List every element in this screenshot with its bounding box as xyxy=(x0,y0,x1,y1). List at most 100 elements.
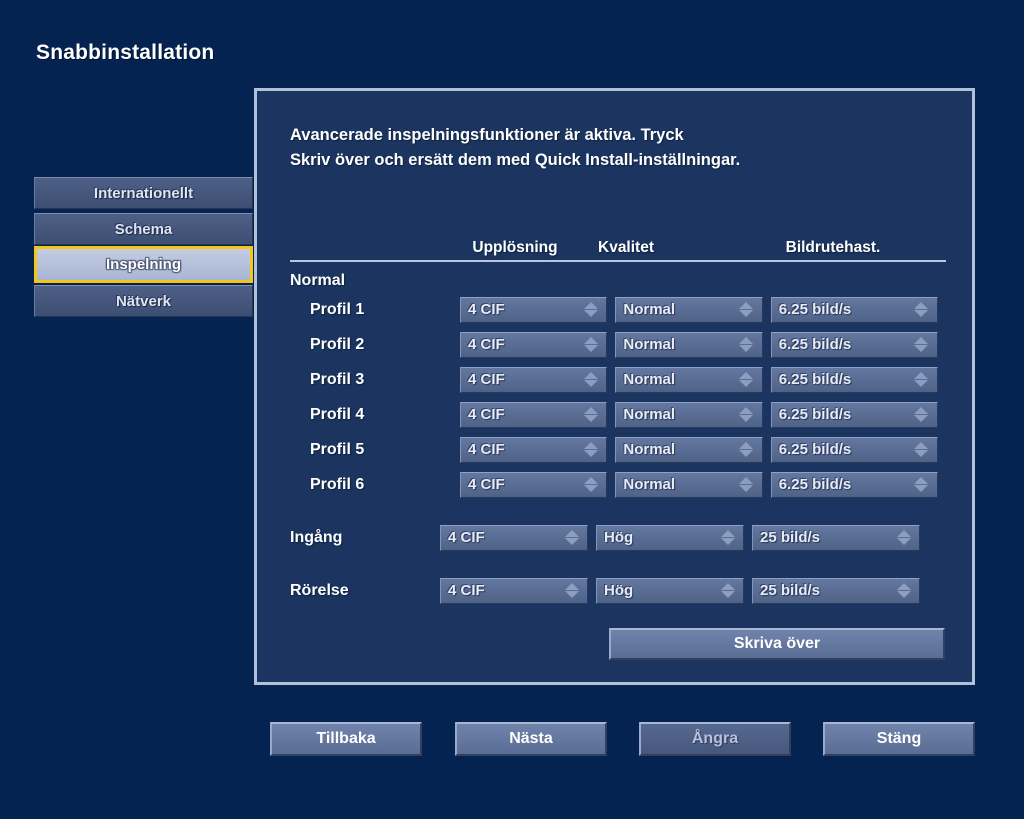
resolution-dropdown[interactable]: 4 CIF xyxy=(460,366,608,393)
framerate-dropdown[interactable]: 6.25 bild/s xyxy=(770,401,938,428)
spinner-updown-icon[interactable] xyxy=(914,440,929,460)
row-label: Profil 4 xyxy=(310,405,365,423)
group-title-normal: Normal xyxy=(290,272,346,289)
row-label: Rörelse xyxy=(290,581,349,599)
table-header-row: Upplösning Kvalitet Bildrutehast. xyxy=(290,232,946,262)
spinner-updown-icon[interactable] xyxy=(914,335,929,355)
framerate-dropdown[interactable]: 6.25 bild/s xyxy=(770,366,938,393)
quality-dropdown[interactable]: Normal xyxy=(615,436,763,463)
spinner-updown-icon[interactable] xyxy=(739,335,754,355)
resolution-dropdown[interactable]: 4 CIF xyxy=(460,436,608,463)
spinner-updown-icon[interactable] xyxy=(583,475,598,495)
table-row: Rörelse 4 CIF Hög 25 bild/s xyxy=(290,573,946,608)
framerate-dropdown[interactable]: 25 bild/s xyxy=(752,524,920,551)
spinner-updown-icon[interactable] xyxy=(739,370,754,390)
framerate-dropdown[interactable]: 6.25 bild/s xyxy=(770,471,938,498)
spinner-updown-icon[interactable] xyxy=(914,300,929,320)
quality-dropdown[interactable]: Normal xyxy=(615,471,763,498)
resolution-dropdown[interactable]: 4 CIF xyxy=(460,296,608,323)
table-row: Profil 5 4 CIF Normal 6.25 bild/s xyxy=(290,432,946,467)
row-label: Profil 1 xyxy=(310,300,365,318)
spinner-updown-icon[interactable] xyxy=(739,405,754,425)
spinner-updown-icon[interactable] xyxy=(583,440,598,460)
spinner-updown-icon[interactable] xyxy=(583,405,598,425)
dropdown-value: Normal xyxy=(623,476,676,493)
next-button[interactable]: Nästa xyxy=(455,722,607,756)
close-button[interactable]: Stäng xyxy=(823,722,975,756)
dropdown-value: 6.25 bild/s xyxy=(778,301,852,318)
dropdown-value: Normal xyxy=(623,336,676,353)
dropdown-value: Normal xyxy=(623,301,676,318)
table-row: Ingång 4 CIF Hög 25 bild/s xyxy=(290,520,946,555)
undo-button[interactable]: Ångra xyxy=(639,722,791,756)
quality-dropdown[interactable]: Normal xyxy=(615,331,763,358)
dropdown-value: 4 CIF xyxy=(448,582,485,599)
dropdown-value: 4 CIF xyxy=(468,301,505,318)
dropdown-value: 25 bild/s xyxy=(760,529,821,546)
dropdown-value: Hög xyxy=(604,582,634,599)
dropdown-value: 6.25 bild/s xyxy=(778,371,852,388)
spinner-updown-icon[interactable] xyxy=(720,581,735,601)
resolution-dropdown[interactable]: 4 CIF xyxy=(460,331,608,358)
spinner-updown-icon[interactable] xyxy=(914,405,929,425)
header-framerate: Bildrutehast. xyxy=(785,239,881,256)
resolution-dropdown[interactable]: 4 CIF xyxy=(440,524,588,551)
sidebar-item-label: Schema xyxy=(114,220,173,238)
dropdown-value: 6.25 bild/s xyxy=(778,336,852,353)
sidebar-item-natverk[interactable]: Nätverk xyxy=(34,285,253,317)
dropdown-value: 4 CIF xyxy=(448,529,485,546)
framerate-dropdown[interactable]: 6.25 bild/s xyxy=(770,331,938,358)
spinner-updown-icon[interactable] xyxy=(583,300,598,320)
resolution-dropdown[interactable]: 4 CIF xyxy=(460,471,608,498)
sidebar-item-label: Inspelning xyxy=(106,256,181,273)
spinner-updown-icon[interactable] xyxy=(896,528,911,548)
spinner-updown-icon[interactable] xyxy=(739,440,754,460)
spinner-updown-icon[interactable] xyxy=(583,370,598,390)
sidebar-item-internationellt[interactable]: Internationellt xyxy=(34,177,253,209)
recording-settings-table: Upplösning Kvalitet Bildrutehast. Normal… xyxy=(290,232,946,608)
resolution-dropdown[interactable]: 4 CIF xyxy=(460,401,608,428)
dropdown-value: 4 CIF xyxy=(468,406,505,423)
dropdown-value: 4 CIF xyxy=(468,476,505,493)
dropdown-value: Normal xyxy=(623,406,676,423)
spinner-updown-icon[interactable] xyxy=(914,370,929,390)
framerate-dropdown[interactable]: 25 bild/s xyxy=(752,577,920,604)
resolution-dropdown[interactable]: 4 CIF xyxy=(440,577,588,604)
overwrite-button[interactable]: Skriva över xyxy=(609,628,945,660)
table-row: Profil 4 4 CIF Normal 6.25 bild/s xyxy=(290,397,946,432)
spinner-updown-icon[interactable] xyxy=(914,475,929,495)
header-quality: Kvalitet xyxy=(598,239,654,256)
row-label: Profil 6 xyxy=(310,475,365,493)
dropdown-value: Normal xyxy=(623,441,676,458)
dropdown-value: 6.25 bild/s xyxy=(778,406,852,423)
quality-dropdown[interactable]: Normal xyxy=(615,366,763,393)
spinner-updown-icon[interactable] xyxy=(564,581,579,601)
table-row: Profil 3 4 CIF Normal 6.25 bild/s xyxy=(290,362,946,397)
dropdown-value: 6.25 bild/s xyxy=(778,441,852,458)
spinner-updown-icon[interactable] xyxy=(739,300,754,320)
sidebar-item-schema[interactable]: Schema xyxy=(34,213,253,245)
quality-dropdown[interactable]: Normal xyxy=(615,296,763,323)
quality-dropdown[interactable]: Hög xyxy=(596,577,744,604)
spinner-updown-icon[interactable] xyxy=(739,475,754,495)
footer-button-bar: Tillbaka Nästa Ångra Stäng xyxy=(0,722,1024,758)
quality-dropdown[interactable]: Normal xyxy=(615,401,763,428)
dropdown-value: 4 CIF xyxy=(468,336,505,353)
sidebar-item-label: Internationellt xyxy=(93,184,194,202)
spinner-updown-icon[interactable] xyxy=(896,581,911,601)
dropdown-value: 6.25 bild/s xyxy=(778,476,852,493)
sidebar-item-inspelning[interactable]: Inspelning xyxy=(34,246,253,283)
table-row: Profil 2 4 CIF Normal 6.25 bild/s xyxy=(290,327,946,362)
spinner-updown-icon[interactable] xyxy=(564,528,579,548)
framerate-dropdown[interactable]: 6.25 bild/s xyxy=(770,296,938,323)
back-button[interactable]: Tillbaka xyxy=(270,722,422,756)
spinner-updown-icon[interactable] xyxy=(720,528,735,548)
settings-panel: Avancerade inspelningsfunktioner är akti… xyxy=(254,88,975,685)
quality-dropdown[interactable]: Hög xyxy=(596,524,744,551)
dropdown-value: Hög xyxy=(604,529,634,546)
spinner-updown-icon[interactable] xyxy=(583,335,598,355)
advanced-recording-message: Avancerade inspelningsfunktioner är akti… xyxy=(290,126,741,169)
row-label: Profil 2 xyxy=(310,335,365,353)
dropdown-value: Normal xyxy=(623,371,676,388)
framerate-dropdown[interactable]: 6.25 bild/s xyxy=(770,436,938,463)
